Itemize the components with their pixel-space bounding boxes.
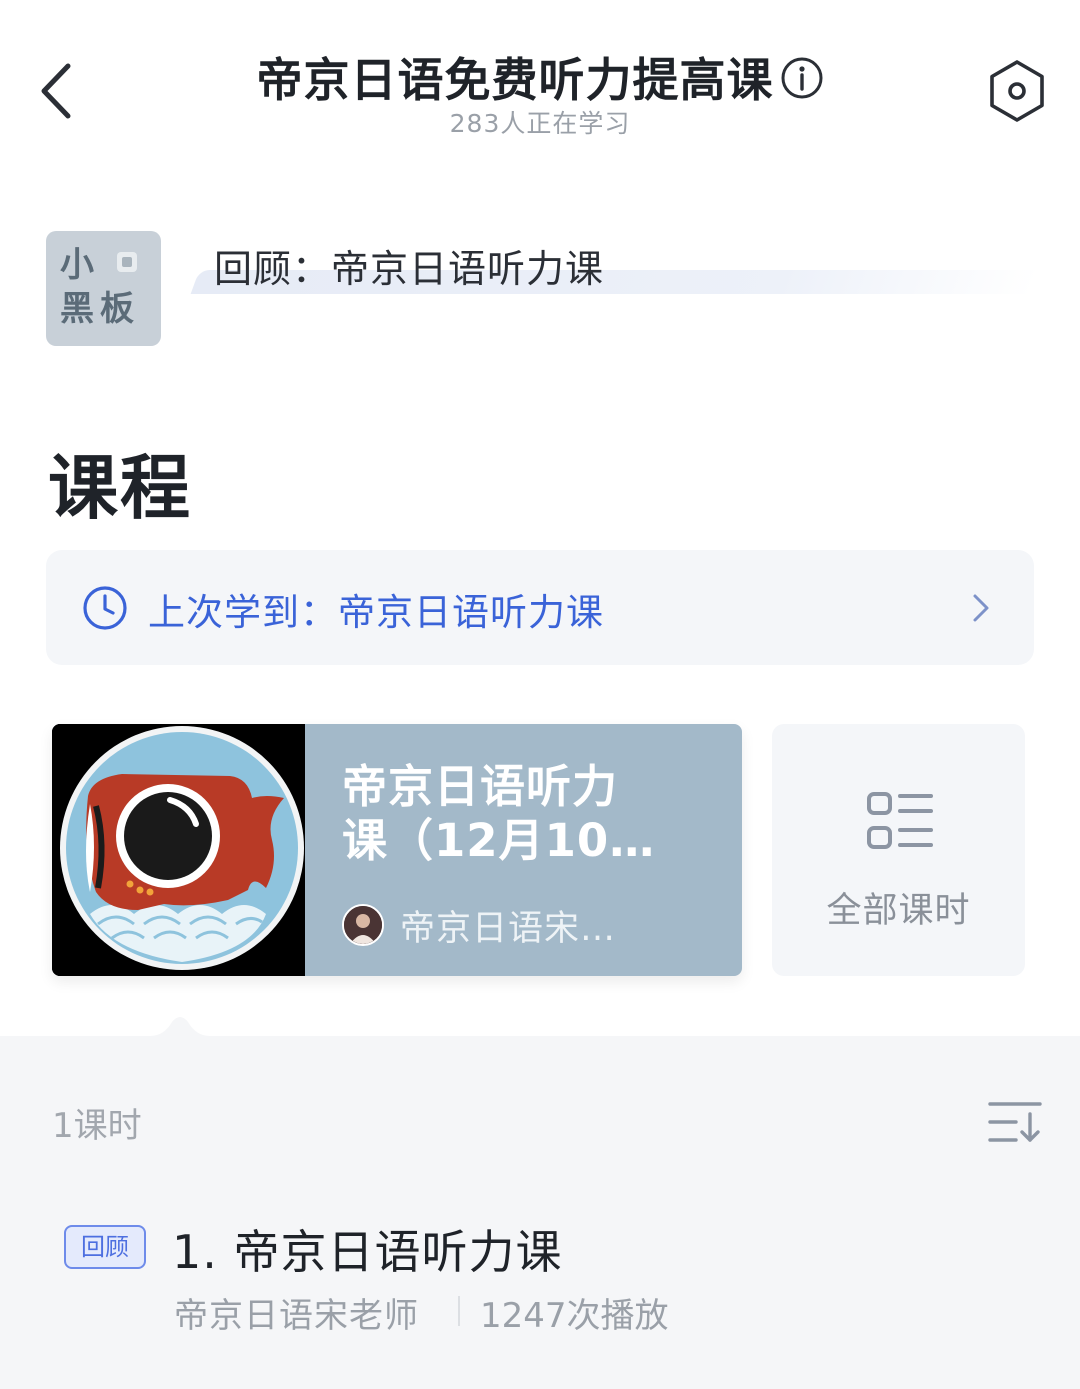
- lesson-teacher: 帝京日语宋老师: [174, 1296, 419, 1336]
- meta-divider: [458, 1296, 460, 1326]
- settings-button[interactable]: [984, 58, 1050, 124]
- blackboard-dot-icon: [117, 252, 137, 272]
- section-title: 课程: [48, 447, 192, 529]
- blackboard-label-line2: 黑板: [60, 289, 140, 329]
- sort-button[interactable]: [986, 1098, 1044, 1146]
- review-tag: 回顾: [64, 1225, 146, 1269]
- course-card-title-line2: 课（12月10…: [342, 814, 656, 867]
- review-notice[interactable]: 回顾：帝京日语听力课: [214, 238, 604, 293]
- course-thumbnail: [52, 724, 305, 976]
- lesson-title[interactable]: 1. 帝京日语听力课: [172, 1216, 563, 1282]
- all-lessons-button[interactable]: 全部课时: [772, 724, 1025, 976]
- lesson-count: 1课时: [52, 1106, 142, 1146]
- last-learned-label: 上次学到：帝京日语听力课: [148, 591, 604, 634]
- lesson-play-count: 1247次播放: [480, 1296, 669, 1336]
- blackboard-badge[interactable]: 小 黑板: [46, 231, 161, 346]
- koi-fish-image: [52, 724, 305, 976]
- course-card-title: 帝京日语听力 课（12月10…: [342, 760, 656, 868]
- course-title-text: 帝京日语免费听力提高课: [256, 53, 774, 107]
- blackboard-label-line1: 小: [60, 245, 94, 285]
- course-card[interactable]: 帝京日语听力 课（12月10… 帝京日语宋…: [52, 724, 742, 976]
- last-learned-bar[interactable]: 上次学到：帝京日语听力课: [46, 550, 1034, 665]
- page-title: 帝京日语免费听力提高课: [0, 44, 1080, 111]
- panel-pointer: [150, 1017, 210, 1040]
- teacher-avatar: [342, 904, 384, 946]
- hexagon-settings-icon: [990, 60, 1044, 122]
- learner-count: 283人正在学习: [449, 109, 631, 138]
- all-lessons-label: 全部课时: [826, 891, 971, 931]
- info-circle-icon[interactable]: [780, 56, 824, 111]
- sort-icon: [988, 1102, 1042, 1142]
- course-card-title-line1: 帝京日语听力: [342, 760, 619, 813]
- list-icon: [867, 792, 933, 849]
- clock-icon: [83, 586, 127, 630]
- chevron-right-icon: [973, 594, 989, 622]
- course-card-teacher: 帝京日语宋…: [400, 909, 617, 949]
